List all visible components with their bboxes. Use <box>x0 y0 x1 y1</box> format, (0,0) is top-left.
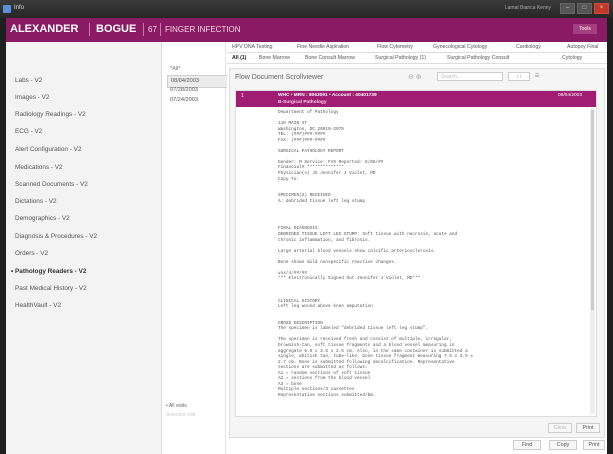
tab[interactable]: Bone Consult Marrow <box>305 55 355 61</box>
visit-dates-list: *All* 08/04/2003 07/28/2003 07/24/2003 <box>164 42 228 454</box>
sidebar-item[interactable]: HealthVault - V2 <box>15 302 61 309</box>
tab-row-divider <box>227 52 607 53</box>
all-visits-option[interactable]: • All visits <box>166 403 187 409</box>
maximize-icon[interactable]: □ <box>577 3 592 14</box>
sidebar-item[interactable]: Demographics - V2 <box>15 215 70 222</box>
sidebar-item[interactable]: Images - V2 <box>15 94 49 101</box>
patient-last-name: BOGUE <box>96 23 137 35</box>
tab[interactable]: Autopsy Final <box>567 44 598 50</box>
sidebar-item-label: Scanned Documents - V2 <box>15 181 88 188</box>
report-scrollbar[interactable] <box>590 108 595 414</box>
patient-first-name: ALEXANDER <box>10 23 79 35</box>
report-date: 08/04/2003 <box>557 93 582 98</box>
clear-button[interactable]: Clear <box>548 423 572 433</box>
close-icon[interactable]: × <box>594 3 609 14</box>
find-input[interactable]: Search... <box>437 72 503 81</box>
sidebar-item[interactable]: Orders - V2 <box>15 250 48 257</box>
tab[interactable]: Cardiology <box>516 44 541 50</box>
all-visits-label: All visits <box>168 403 187 409</box>
find-navigation[interactable]: ‹ › <box>508 72 530 81</box>
window-title: Info <box>14 5 25 11</box>
sidebar-item-label: HealthVault - V2 <box>15 302 62 309</box>
sidebar-item[interactable]: Scanned Documents - V2 <box>15 181 88 188</box>
document-viewer: Flow Document Scrollviewer ⊖ ⊕ Search...… <box>229 68 605 438</box>
sidebar-item-label: Dictations - V2 <box>15 198 57 205</box>
tab[interactable]: Surgical Pathology (1) <box>375 55 426 61</box>
user-account[interactable]: Lamat Bianca Kenny <box>505 5 551 11</box>
tab[interactable]: Bone Marrow <box>259 55 290 61</box>
patient-age: 67 <box>148 25 157 34</box>
header-divider <box>89 23 90 36</box>
sidebar-item-label: Medications - V2 <box>15 164 63 171</box>
scrollbar-thumb[interactable] <box>591 110 594 310</box>
tools-button[interactable]: Tools <box>573 24 597 34</box>
tab[interactable]: Fine Needle Aspiration <box>297 44 349 50</box>
report-header: WHC • MRN : 8063091 • Account : 40401739 <box>278 93 377 98</box>
sidebar-item[interactable]: Radiology Readings - V2 <box>15 111 86 118</box>
dates-header[interactable]: *All* <box>167 64 226 75</box>
sidebar-item-label: Alert Configuration - V2 <box>15 146 82 153</box>
sidebar-item-label: Demographics - V2 <box>15 215 70 222</box>
print-button[interactable]: Print <box>583 440 605 450</box>
header-divider <box>143 23 144 36</box>
report-document: 1 WHC • MRN : 8063091 • Account : 404017… <box>235 90 597 417</box>
tab[interactable]: All (1) <box>232 55 246 61</box>
print-inner-button[interactable]: Print <box>576 423 600 433</box>
sidebar-item-label: Diagnosis & Procedures - V2 <box>15 233 98 240</box>
patient-context: FINGER INFECTION <box>165 25 241 34</box>
content-pane: Flow Document Scrollviewer ⊖ ⊕ Search...… <box>227 42 607 454</box>
sidebar-item[interactable]: Diagnosis & Procedures - V2 <box>15 233 97 240</box>
tab[interactable]: Surgical Pathology Consult <box>447 55 509 61</box>
sidebar-item[interactable]: • Pathology Readers - V2 <box>11 268 86 275</box>
sidebar-item-label: Labs - V2 <box>15 77 43 84</box>
minimize-icon[interactable]: – <box>560 3 575 14</box>
sidebar-item-label: Pathology Readers - V2 <box>15 268 87 275</box>
tab-row-divider <box>227 63 607 64</box>
sidebar-item[interactable]: Dictations - V2 <box>15 198 57 205</box>
sidebar-item-label: Images - V2 <box>15 94 50 101</box>
report-text: Department of Pathology 110 MAIN ST Wash… <box>278 110 473 398</box>
tab[interactable]: HPV DNA Testing <box>232 44 273 50</box>
copy-button[interactable]: Copy <box>549 440 577 450</box>
sidebar-item-label: Radiology Readings - V2 <box>15 111 86 118</box>
app-window: ALEXANDER BOGUE 67 FINGER INFECTION Tool… <box>6 18 607 454</box>
report-subheader: B-Surgical Pathology <box>278 100 327 105</box>
window-controls: – □ × <box>560 3 609 14</box>
sidebar-item[interactable]: Medications - V2 <box>15 164 63 171</box>
tab[interactable]: Cytology <box>562 55 582 61</box>
window-titlebar: Info Lamat Bianca Kenny – □ × <box>0 0 613 18</box>
patient-header: ALEXANDER BOGUE 67 FINGER INFECTION Tool… <box>6 18 607 42</box>
report-index: 1 <box>241 93 244 99</box>
sidebar: Labs - V2 Images - V2 Radiology Readings -… <box>6 42 162 454</box>
tab[interactable]: Gynecological Cytology <box>433 44 487 50</box>
zoom-icons[interactable]: ⊖ ⊕ <box>408 73 422 81</box>
visit-date-item[interactable]: 07/24/2003 <box>167 95 226 106</box>
sidebar-item-label: ECG - V2 <box>15 128 43 135</box>
selected-visit-option[interactable]: Selected visit <box>166 412 195 418</box>
sidebar-item[interactable]: Labs - V2 <box>15 77 42 84</box>
app-icon <box>3 5 11 13</box>
header-divider <box>160 23 161 36</box>
report-header-bar: 1 WHC • MRN : 8063091 • Account : 404017… <box>236 91 596 107</box>
sidebar-item-label: Past Medical History - V2 <box>15 285 87 292</box>
sidebar-item[interactable]: Past Medical History - V2 <box>15 285 87 292</box>
tab[interactable]: Flow Cytometry <box>377 44 413 50</box>
sidebar-item-label: Orders - V2 <box>15 250 49 257</box>
viewer-title: Flow Document Scrollviewer <box>235 74 324 81</box>
sidebar-item[interactable]: Alert Configuration - V2 <box>15 146 81 153</box>
sidebar-item[interactable]: ECG - V2 <box>15 128 42 135</box>
find-button[interactable]: Find <box>513 440 541 450</box>
menu-icon[interactable]: ☰ <box>532 72 542 81</box>
